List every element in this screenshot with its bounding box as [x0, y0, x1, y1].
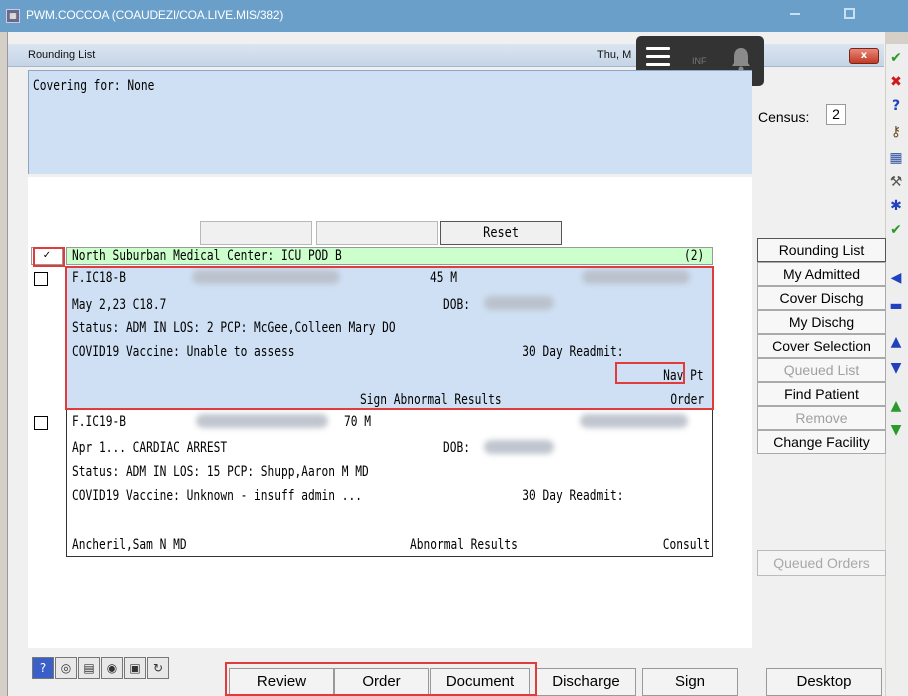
check-icon[interactable]: ✔ [888, 222, 904, 238]
side-button-queued-list: Queued List [757, 358, 886, 382]
patient-1-admit: May 2,23 C18.7 [72, 297, 167, 313]
wrench-icon[interactable]: ✱ [888, 198, 904, 214]
side-button-find-patient[interactable]: Find Patient [757, 382, 886, 406]
document-button[interactable]: Document [430, 668, 530, 696]
patient-2-dob-redacted [484, 440, 554, 454]
patient-1-age-sex: 45 M [430, 270, 457, 286]
maximize-button[interactable] [844, 8, 855, 19]
side-button-cover-selection[interactable]: Cover Selection [757, 334, 886, 358]
patient-1-nav-pt[interactable]: Nav Pt [664, 368, 704, 384]
order-button[interactable]: Order [334, 668, 429, 696]
arrow-left-icon[interactable]: ◀ [888, 270, 904, 286]
queued-orders-button: Queued Orders [757, 550, 886, 576]
patient-2-account-redacted [580, 414, 688, 428]
date-text: Thu, M [597, 49, 632, 61]
patient-2-age-sex: 70 M [344, 414, 371, 430]
side-button-my-dischg[interactable]: My Dischg [757, 310, 886, 334]
patient-row[interactable] [66, 410, 713, 557]
facility-check-icon[interactable]: ✓ [31, 247, 63, 265]
tools-icon[interactable]: ⚒ [888, 174, 904, 190]
minimize-button[interactable] [790, 13, 800, 15]
patient-2-abnormal-results[interactable]: Abnormal Results [410, 537, 518, 553]
arrow-down-green-icon[interactable]: ▼ [888, 422, 904, 438]
hamburger-menu-icon[interactable] [646, 47, 670, 67]
patient-1-dob-redacted [484, 296, 554, 310]
help-icon[interactable]: ? [888, 98, 904, 114]
close-button[interactable]: x [849, 48, 879, 64]
patient-1-name-redacted [192, 270, 340, 284]
review-button[interactable]: Review [229, 668, 334, 696]
patient-1-account-redacted [582, 270, 690, 284]
arrow-up-green-icon[interactable]: ▲ [888, 398, 904, 414]
census-label: Census: [758, 109, 810, 125]
desktop-button[interactable]: Desktop [766, 668, 882, 696]
window-title: PWM.COCCOA (COAUDEZI/COA.LIVE.MIS/382) [26, 8, 284, 22]
grid-icon: ▦ [6, 9, 20, 23]
side-button-cover-dischg[interactable]: Cover Dischg [757, 286, 886, 310]
key-icon[interactable]: ⚷ [888, 124, 904, 140]
census-value: 2 [826, 104, 846, 125]
patient-1-readmit-label: 30 Day Readmit: [521, 344, 623, 360]
discharge-button[interactable]: Discharge [536, 668, 636, 696]
facility-count: (2) [683, 248, 704, 264]
side-button-my-admitted[interactable]: My Admitted [757, 262, 886, 286]
check-icon[interactable]: ✔ [888, 50, 904, 66]
minus-icon[interactable]: ▬ [888, 298, 904, 314]
covering-for-text: Covering for: None [33, 78, 155, 94]
side-button-rounding-list[interactable]: Rounding List [757, 238, 886, 262]
arrow-up-icon[interactable]: ▲ [888, 334, 904, 350]
patient-1-dob-label: DOB: [443, 297, 470, 313]
patient-1-checkbox[interactable] [34, 272, 48, 286]
overlay-text: INF [692, 56, 707, 66]
reset-button-label: Reset [483, 225, 519, 241]
patient-2-status: Status: ADM IN LOS: 15 PCP: Shupp,Aaron … [72, 464, 369, 480]
patient-2-checkbox[interactable] [34, 416, 48, 430]
arrow-down-icon[interactable]: ▼ [888, 360, 904, 376]
patient-2-attending: Ancheril,Sam N MD [72, 537, 187, 553]
reset-button[interactable]: Reset [440, 221, 562, 245]
search-icon[interactable]: ◎ [55, 657, 77, 679]
bell-icon[interactable] [730, 46, 752, 72]
patient-2-dob-label: DOB: [443, 440, 470, 456]
patient-2-consult-link[interactable]: Consult [663, 537, 710, 553]
refresh-icon[interactable]: ↻ [147, 657, 169, 679]
patient-1-order-link[interactable]: Order [670, 392, 704, 408]
side-button-change-facility[interactable]: Change Facility [757, 430, 886, 454]
patient-2-name-redacted [196, 414, 328, 428]
patient-1-vaccine: COVID19 Vaccine: Unable to assess [72, 344, 295, 360]
side-button-remove: Remove [757, 406, 886, 430]
patient-2-room: F.IC19-B [72, 414, 126, 430]
filter-button-disabled-2 [316, 221, 438, 245]
list-icon[interactable]: ▤ [78, 657, 100, 679]
calendar-icon[interactable]: ▦ [888, 150, 904, 166]
patient-2-readmit-label: 30 Day Readmit: [521, 488, 623, 504]
patient-1-room: F.IC18-B [72, 270, 126, 286]
inner-window-title: Rounding List [28, 49, 96, 61]
print-icon[interactable]: ▣ [124, 657, 146, 679]
filter-button-disabled-1 [200, 221, 312, 245]
x-icon[interactable]: ✖ [888, 74, 904, 90]
globe-icon[interactable]: ◉ [101, 657, 123, 679]
patient-1-sign-abnormal-results[interactable]: Sign Abnormal Results [360, 392, 502, 408]
patient-row-selected[interactable] [66, 267, 713, 409]
sign-button[interactable]: Sign [642, 668, 738, 696]
help-icon[interactable]: ? [32, 657, 54, 679]
patient-1-status: Status: ADM IN LOS: 2 PCP: McGee,Colleen… [72, 320, 396, 336]
facility-name: North Suburban Medical Center: ICU POD B [72, 248, 342, 264]
patient-2-vaccine: COVID19 Vaccine: Unknown - insuff admin … [72, 488, 362, 504]
patient-2-admit: Apr 1... CARDIAC ARREST [72, 440, 228, 456]
